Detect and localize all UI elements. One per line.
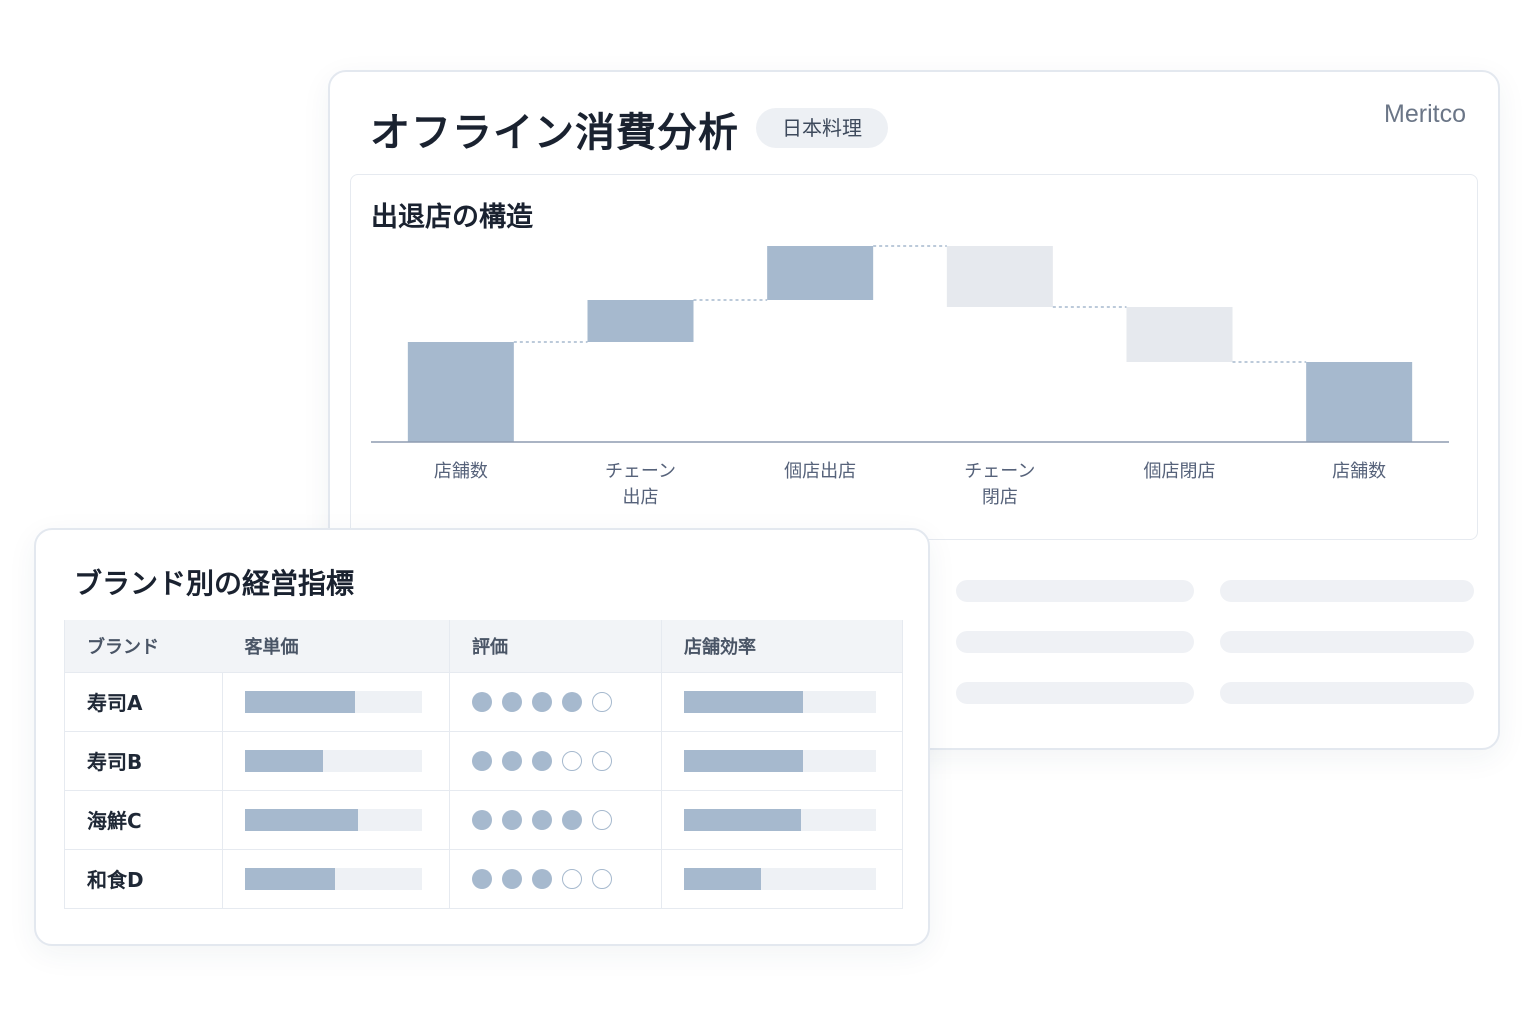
waterfall-bar-6[interactable] [1306,362,1413,442]
rating-dot-filled [502,868,522,889]
rating-dot-empty [562,750,582,771]
category-tag[interactable]: 日本料理 [756,108,888,148]
rating-dot-filled [532,750,552,771]
rating-dot-filled [472,809,492,830]
efficiency-bar [684,749,876,772]
efficiency-cell [661,789,903,849]
waterfall-bar-4[interactable] [946,246,1053,307]
efficiency-bar-fill [684,690,804,713]
x-tick-label: 個店閉店 [1144,461,1216,482]
rating-dot-filled [502,691,522,712]
rating-dot-empty [592,868,612,889]
table-row[interactable]: 海鮮C [64,789,903,849]
efficiency-bar-fill [684,867,761,890]
efficiency-bar-fill [684,749,804,772]
rating-dot-filled [532,809,552,830]
table-title: ブランド別の経営指標 [74,567,355,600]
rating-dot-filled [472,750,492,771]
price-cell [222,671,450,731]
x-tick-label: 店舗数 [1332,461,1386,482]
skeleton-line [1220,682,1474,704]
waterfall-bar-1[interactable] [407,342,514,442]
brand-name-cell: 和食D [64,848,223,909]
price-bar-fill [245,690,355,713]
efficiency-bar [684,867,876,890]
price-bar-fill [245,808,359,831]
rating-dots [472,809,661,830]
price-bar [245,749,422,772]
rating-dot-empty [592,809,612,830]
rating-cell [449,730,662,790]
waterfall-bar-5[interactable] [1126,307,1233,362]
skeleton-line [956,580,1194,602]
table-header-row: ブランド 客単価 評価 店舗効率 [64,620,903,672]
brand-name-cell: 寿司A [64,671,223,731]
price-bar [245,867,422,890]
brand-name-cell: 寿司B [64,730,223,790]
price-bar-fill [245,867,336,890]
brand-metrics-table: ブランド 客単価 評価 店舗効率 寿司A 寿司B 海鮮C 和食D [64,620,903,909]
waterfall-bar-2[interactable] [587,300,694,342]
brand-logo: Meritco [1384,100,1466,128]
table-row[interactable]: 和食D [64,848,903,909]
rating-dot-empty [562,868,582,889]
rating-dots [472,691,661,712]
x-tick-label: チェーン閉店 [964,461,1035,508]
waterfall-chart: 店舗数 チェーン出店 個店出店 チェーン閉店 個店閉店 店舗数 [371,245,1449,508]
efficiency-bar [684,690,876,713]
rating-cell [449,848,662,909]
column-header-efficiency[interactable]: 店舗効率 [661,620,903,672]
price-bar [245,808,422,831]
waterfall-bar-3[interactable] [767,246,874,300]
skeleton-line [956,682,1194,704]
brand-name-cell: 海鮮C [64,789,223,849]
rating-dot-filled [532,691,552,712]
rating-dot-filled [502,809,522,830]
column-header-rating[interactable]: 評価 [449,620,662,672]
x-tick-label: 店舗数 [434,461,488,482]
rating-dot-filled [472,691,492,712]
column-header-brand[interactable]: ブランド [64,620,223,672]
efficiency-cell [661,848,903,909]
price-cell [222,848,450,909]
column-header-price[interactable]: 客単価 [222,620,450,672]
efficiency-cell [661,730,903,790]
rating-dot-filled [562,691,582,712]
rating-dot-filled [472,868,492,889]
skeleton-line [956,631,1194,653]
skeleton-line [1220,580,1474,602]
x-tick-label: 個店出店 [784,461,856,482]
price-bar [245,690,422,713]
rating-dots [472,868,661,889]
rating-cell [449,789,662,849]
price-cell [222,789,450,849]
rating-dot-filled [532,868,552,889]
rating-dot-filled [562,809,582,830]
rating-dot-empty [592,750,612,771]
efficiency-cell [661,671,903,731]
skeleton-line [1220,631,1474,653]
brand-metrics-card: ブランド別の経営指標 ブランド 客単価 評価 店舗効率 寿司A 寿司B 海鮮C 和食D [34,528,930,946]
rating-dots [472,750,661,771]
price-bar-fill [245,749,323,772]
rating-cell [449,671,662,731]
page-title: オフライン消費分析 [370,110,739,156]
efficiency-bar-fill [684,808,802,831]
price-cell [222,730,450,790]
table-row[interactable]: 寿司B [64,730,903,790]
x-tick-label: チェーン出店 [605,461,676,508]
rating-dot-empty [592,691,612,712]
chart-panel: 出退店の構造 店舗数 チェーン出店 個店出店 チェーン閉店 個店閉店 店舗数 [350,174,1478,540]
efficiency-bar [684,808,876,831]
table-row[interactable]: 寿司A [64,671,903,731]
rating-dot-filled [502,750,522,771]
